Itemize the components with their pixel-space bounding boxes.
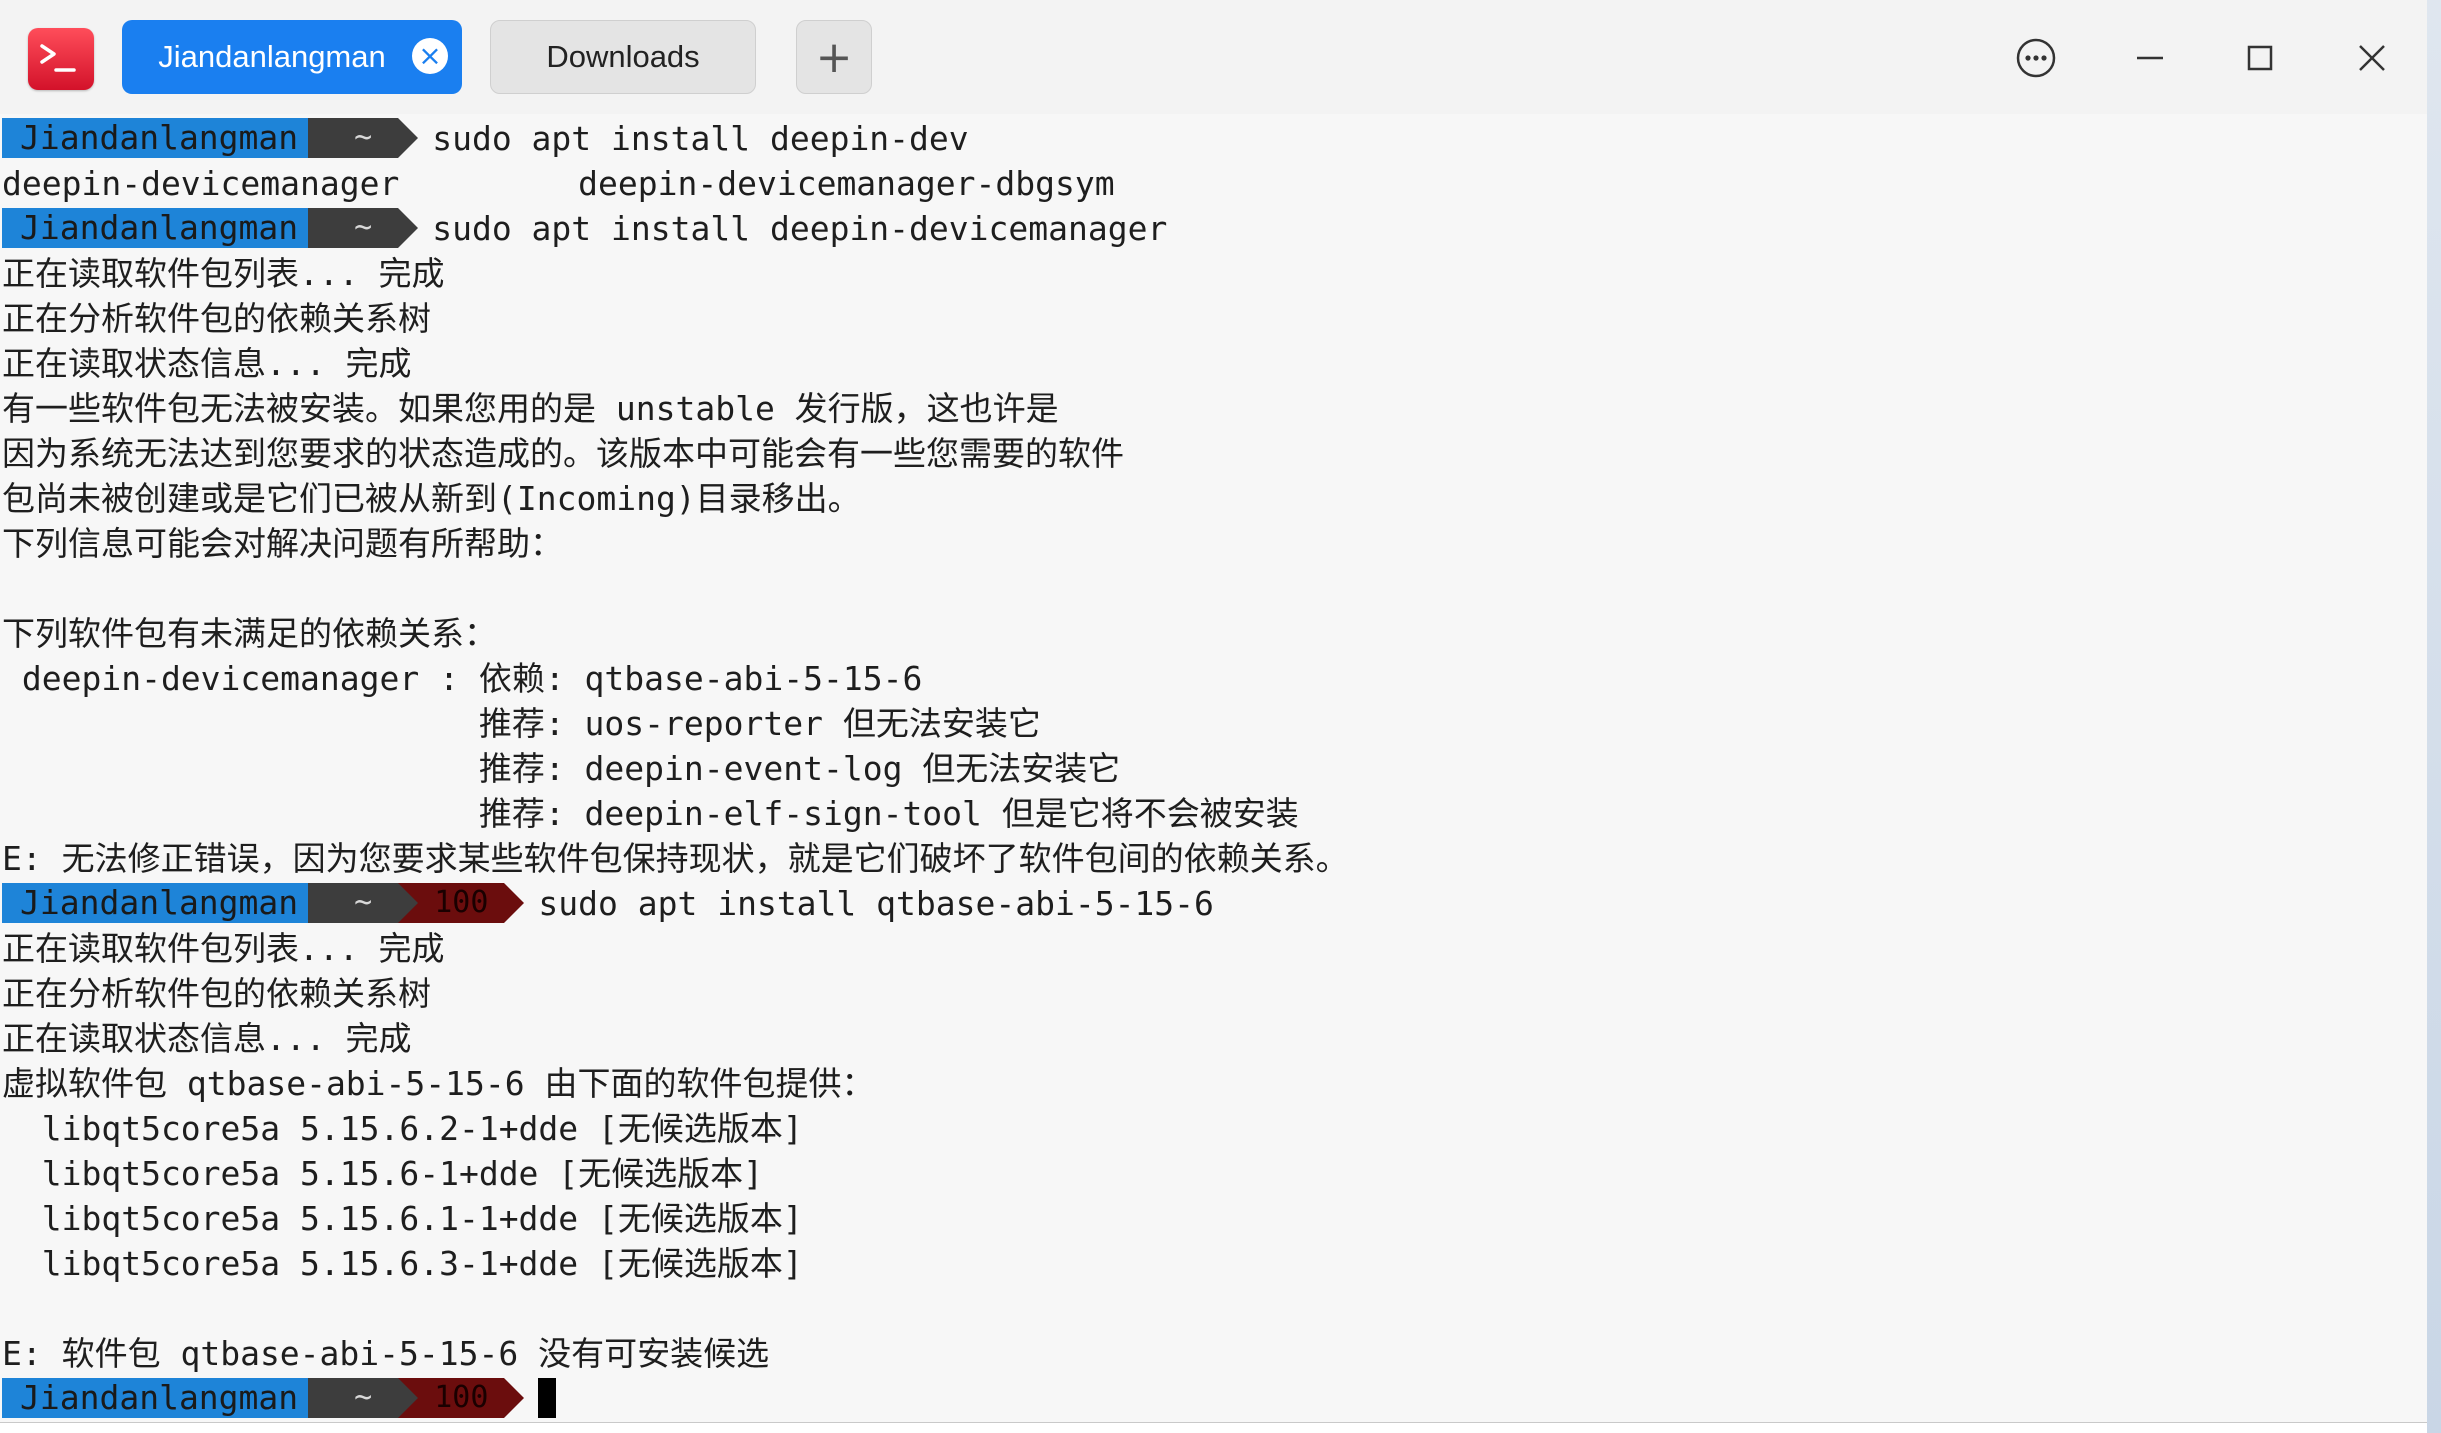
tab-jiandanlangman[interactable]: Jiandanlangman × bbox=[122, 20, 462, 94]
maximize-button[interactable] bbox=[2232, 30, 2288, 86]
prompt-directory-segment: ~ bbox=[308, 118, 419, 158]
tab-close-icon[interactable]: × bbox=[412, 38, 448, 74]
prompt-user-segment: Jiandanlangman bbox=[2, 208, 329, 248]
output-line: deepin-devicemanager : 依赖: qtbase-abi-5-… bbox=[2, 659, 923, 698]
command-text: sudo apt install qtbase-abi-5-15-6 bbox=[538, 883, 1214, 923]
desktop-background bbox=[2427, 0, 2441, 1433]
title-bar: Jiandanlangman × Downloads + bbox=[0, 0, 2427, 114]
terminal-app-icon bbox=[28, 28, 94, 90]
prompt-directory-segment: ~ bbox=[308, 883, 419, 923]
output-line: 正在读取状态信息... 完成 bbox=[2, 1019, 412, 1058]
output-line: 下列信息可能会对解决问题有所帮助： bbox=[2, 524, 563, 563]
prompt-user-segment: Jiandanlangman bbox=[2, 118, 329, 158]
output-line: 推荐: uos-reporter 但无法安装它 bbox=[2, 704, 1041, 743]
prompt-directory-segment: ~ bbox=[308, 1378, 419, 1418]
output-line: libqt5core5a 5.15.6.1-1+dde [无候选版本] bbox=[2, 1199, 803, 1238]
close-icon bbox=[2359, 45, 2385, 71]
shell-prompt: Jiandanlangman ~ sudo apt install deepin-d… bbox=[2, 208, 1167, 248]
output-line: libqt5core5a 5.15.6-1+dde [无候选版本] bbox=[2, 1154, 764, 1193]
shell-prompt: Jiandanlangman ~100 sudo apt install qtbas… bbox=[2, 883, 1214, 923]
output-line: 包尚未被创建或是它们已被从新到(Incoming)目录移出。 bbox=[2, 479, 861, 518]
tab-downloads[interactable]: Downloads bbox=[490, 20, 756, 94]
prompt-user-segment: Jiandanlangman bbox=[2, 1378, 329, 1418]
tab-label: Downloads bbox=[546, 39, 700, 74]
shell-prompt: Jiandanlangman ~ sudo apt install deepin-d… bbox=[2, 118, 969, 158]
output-line: 下列软件包有未满足的依赖关系： bbox=[2, 614, 497, 653]
output-line: libqt5core5a 5.15.6.2-1+dde [无候选版本] bbox=[2, 1109, 803, 1148]
output-line: deepin-devicemanager deepin-devicemanage… bbox=[2, 164, 1115, 203]
output-line: 正在分析软件包的依赖关系树 bbox=[2, 974, 431, 1013]
output-line: 正在读取状态信息... 完成 bbox=[2, 344, 412, 383]
shell-prompt: Jiandanlangman ~100 bbox=[2, 1378, 557, 1418]
output-line: 正在分析软件包的依赖关系树 bbox=[2, 299, 431, 338]
output-line: 虚拟软件包 qtbase-abi-5-15-6 由下面的软件包提供： bbox=[2, 1064, 875, 1103]
tab-label: Jiandanlangman bbox=[158, 39, 386, 74]
close-window-button[interactable] bbox=[2344, 30, 2400, 86]
command-text: sudo apt install deepin-dev bbox=[432, 118, 969, 158]
output-line: 正在读取软件包列表... 完成 bbox=[2, 929, 445, 968]
output-line: libqt5core5a 5.15.6.3-1+dde [无候选版本] bbox=[2, 1244, 803, 1283]
output-line: 推荐: deepin-event-log 但无法安装它 bbox=[2, 749, 1121, 788]
output-line: E: 无法修正错误，因为您要求某些软件包保持现状，就是它们破坏了软件包间的依赖关… bbox=[2, 839, 1349, 878]
more-icon bbox=[2016, 38, 2056, 78]
new-tab-button[interactable]: + bbox=[796, 20, 872, 94]
prompt-user-segment: Jiandanlangman bbox=[2, 883, 329, 923]
maximize-icon bbox=[2247, 45, 2273, 71]
output-line: 因为系统无法达到您要求的状态造成的。该版本中可能会有一些您需要的软件 bbox=[2, 434, 1124, 473]
more-options-button[interactable] bbox=[2008, 30, 2064, 86]
output-line: 有一些软件包无法被安装。如果您用的是 unstable 发行版，这也许是 bbox=[2, 389, 1059, 428]
prompt-directory-segment: ~ bbox=[308, 208, 419, 248]
output-line: E: 软件包 qtbase-abi-5-15-6 没有可安装候选 bbox=[2, 1334, 770, 1373]
output-line: 推荐: deepin-elf-sign-tool 但是它将不会被安装 bbox=[2, 794, 1299, 833]
minimize-button[interactable] bbox=[2122, 30, 2178, 86]
command-text: sudo apt install deepin-devicemanager bbox=[432, 208, 1168, 248]
plus-icon: + bbox=[815, 31, 853, 83]
text-cursor bbox=[538, 1378, 557, 1418]
output-line: 正在读取软件包列表... 完成 bbox=[2, 254, 445, 293]
terminal-window: Jiandanlangman × Downloads + Jiandanlang… bbox=[0, 0, 2428, 1423]
terminal-output[interactable]: Jiandanlangman ~ sudo apt install deepin-d… bbox=[0, 114, 2427, 1422]
minimize-icon bbox=[2137, 56, 2163, 60]
